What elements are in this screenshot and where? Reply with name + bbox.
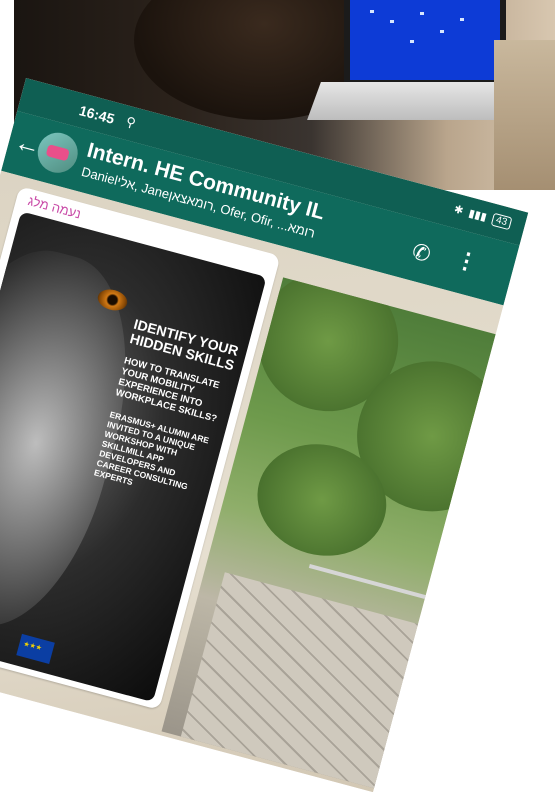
poster-body: ERASMUS+ ALUMNI ARE INVITED TO A UNIQUE … xyxy=(93,409,211,492)
add-call-icon[interactable]: ✆ xyxy=(409,238,433,268)
more-vert-icon[interactable]: ⋮ xyxy=(453,246,481,277)
signal-icon: ▮▮▮ xyxy=(467,207,488,224)
status-icons: ✱ ▮▮▮ 43 xyxy=(453,203,513,231)
fence-image xyxy=(308,564,426,599)
eu-flag-icon xyxy=(16,633,55,664)
battery-icon: 43 xyxy=(490,212,513,231)
location-icon: ⚲ xyxy=(124,113,138,131)
background-shelf xyxy=(494,40,555,190)
background-keyboard xyxy=(307,82,511,120)
bluetooth-icon: ✱ xyxy=(452,203,465,218)
stone-path-image xyxy=(178,572,448,789)
status-time: 16:45 xyxy=(77,102,117,127)
background-monitor xyxy=(344,0,506,86)
